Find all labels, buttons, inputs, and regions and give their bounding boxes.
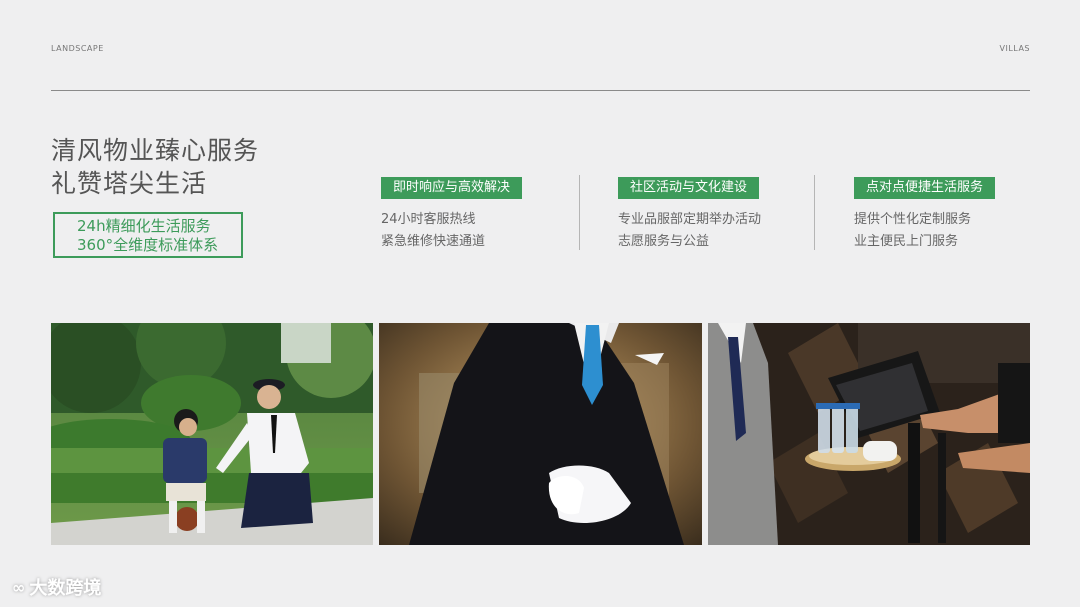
photo-garden-service bbox=[51, 323, 373, 545]
highlight-box: 24h精细化生活服务 360°全维度标准体系 bbox=[53, 212, 243, 258]
column-divider bbox=[814, 175, 815, 250]
watermark-logo: ∞ 大数跨境 bbox=[12, 574, 101, 600]
feature-tag: 社区活动与文化建设 bbox=[618, 177, 760, 199]
feature-tag: 即时响应与高效解决 bbox=[381, 177, 523, 199]
feature-column-response: 即时响应与高效解决 24小时客服热线 紧急维修快速通道 bbox=[381, 176, 523, 253]
title-line-1: 清风物业臻心服务 bbox=[51, 136, 260, 165]
feature-column-convenience: 点对点便捷生活服务 提供个性化定制服务 业主便民上门服务 bbox=[854, 176, 996, 253]
feature-column-community: 社区活动与文化建设 专业品服部定期举办活动 志愿服务与公益 bbox=[618, 176, 761, 253]
header-divider bbox=[51, 90, 1030, 91]
photo-butler-service bbox=[379, 323, 702, 545]
column-divider bbox=[579, 175, 580, 250]
feature-line: 24小时客服热线 bbox=[381, 212, 476, 227]
feature-line: 业主便民上门服务 bbox=[854, 234, 959, 249]
title-line-2: 礼赞塔尖生活 bbox=[51, 169, 208, 198]
photo-fitness-service bbox=[708, 323, 1030, 545]
watermark-text: 大数跨境 bbox=[29, 578, 102, 599]
highlight-line-1: 24h精细化生活服务 bbox=[77, 217, 211, 235]
feature-tag: 点对点便捷生活服务 bbox=[854, 177, 996, 199]
page-title: 清风物业臻心服务 礼赞塔尖生活 bbox=[51, 134, 259, 200]
header-left-label: LANDSCAPE bbox=[51, 44, 104, 53]
header-right-label: VILLAS bbox=[999, 44, 1030, 53]
logo-icon: ∞ bbox=[12, 577, 26, 597]
highlight-line-2: 360°全维度标准体系 bbox=[77, 236, 219, 254]
feature-line: 紧急维修快速通道 bbox=[381, 234, 486, 249]
feature-line: 志愿服务与公益 bbox=[618, 234, 710, 249]
feature-line: 专业品服部定期举办活动 bbox=[618, 212, 762, 227]
feature-line: 提供个性化定制服务 bbox=[854, 212, 972, 227]
